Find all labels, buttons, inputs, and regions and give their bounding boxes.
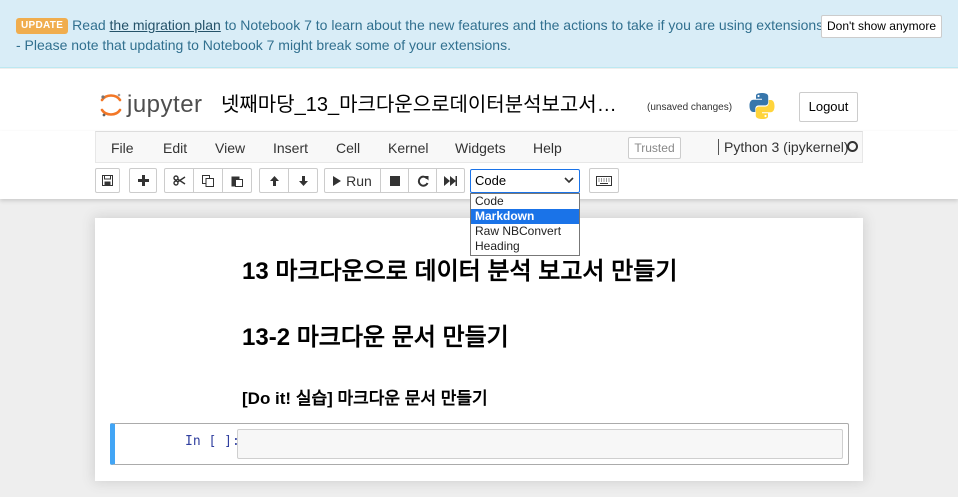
stop-icon — [389, 175, 400, 186]
menu-view[interactable]: View — [215, 139, 245, 157]
menu-edit[interactable]: Edit — [163, 139, 187, 157]
chevron-down-icon — [564, 177, 574, 184]
input-prompt: In [ ]: — [185, 434, 240, 449]
menu-file[interactable]: File — [111, 139, 134, 157]
dont-show-anymore-button[interactable]: Don't show anymore — [821, 15, 942, 38]
markdown-heading-1[interactable]: 13 마크다운으로 데이터 분석 보고서 만들기 — [242, 257, 677, 287]
paste-icon — [231, 176, 243, 187]
jupyter-logo-text: jupyter — [127, 91, 203, 118]
kernel-status-icon — [847, 141, 858, 152]
restart-run-all-button[interactable] — [436, 168, 465, 193]
play-icon — [333, 175, 342, 186]
menubar-container: File Edit View Insert Cell Kernel Widget… — [0, 131, 958, 199]
notebook-title[interactable]: 넷째마당_13_마크다운으로데이터분석보고서… — [221, 92, 617, 118]
menu-kernel[interactable]: Kernel — [388, 139, 428, 157]
option-heading[interactable]: Heading — [471, 239, 579, 254]
jupyter-logo-icon — [100, 93, 122, 117]
cell-type-value: Code — [475, 173, 507, 188]
save-icon — [102, 175, 113, 186]
cell-type-select[interactable]: Code — [470, 169, 580, 193]
trusted-indicator[interactable]: Trusted — [628, 137, 681, 159]
paste-button[interactable] — [222, 168, 252, 193]
code-input-area[interactable] — [237, 429, 843, 459]
menu-help[interactable]: Help — [533, 139, 562, 157]
option-code[interactable]: Code — [471, 194, 579, 209]
scissors-icon — [172, 175, 185, 186]
menu-insert[interactable]: Insert — [273, 139, 308, 157]
cut-button[interactable] — [164, 168, 194, 193]
update-text-before: Read — [72, 17, 110, 33]
arrow-down-icon — [298, 175, 308, 186]
markdown-heading-3[interactable]: [Do it! 실습] 마크다운 문서 만들기 — [242, 388, 488, 410]
kernel-name[interactable]: Python 3 (ipykernel) — [718, 139, 849, 155]
option-raw-nbconvert[interactable]: Raw NBConvert — [471, 224, 579, 239]
run-button[interactable]: Run — [324, 168, 381, 193]
code-cell[interactable]: In [ ]: — [110, 423, 849, 465]
fast-forward-icon — [444, 175, 457, 186]
copy-icon — [202, 174, 214, 187]
migration-plan-link[interactable]: the migration plan — [110, 17, 221, 33]
notebook-header: jupyter 넷째마당_13_마크다운으로데이터분석보고서… (unsaved… — [0, 69, 958, 131]
cell-type-dropdown: Code Markdown Raw NBConvert Heading — [470, 193, 580, 256]
copy-button[interactable] — [193, 168, 223, 193]
markdown-heading-2[interactable]: 13-2 마크다운 문서 만들기 — [242, 323, 509, 353]
run-label: Run — [346, 172, 372, 189]
move-up-button[interactable] — [259, 168, 289, 193]
interrupt-button[interactable] — [380, 168, 409, 193]
option-markdown[interactable]: Markdown — [471, 209, 579, 224]
move-down-button[interactable] — [288, 168, 318, 193]
python-logo-icon — [747, 91, 777, 124]
arrow-up-icon — [269, 175, 279, 186]
logout-button[interactable]: Logout — [799, 92, 858, 122]
update-badge: UPDATE — [16, 18, 69, 34]
restart-button[interactable] — [408, 168, 437, 193]
menu-widgets[interactable]: Widgets — [455, 139, 506, 157]
notebook-container: 13 마크다운으로 데이터 분석 보고서 만들기 13-2 마크다운 문서 만들… — [95, 218, 863, 481]
update-banner: UPDATE Read the migration plan to Noteboo… — [0, 0, 958, 68]
jupyter-logo[interactable]: jupyter — [99, 92, 203, 118]
plus-icon — [137, 175, 149, 186]
save-button[interactable] — [95, 168, 120, 193]
menubar: File Edit View Insert Cell Kernel Widget… — [95, 131, 863, 163]
restart-icon — [417, 175, 428, 187]
insert-cell-button[interactable] — [129, 168, 157, 193]
save-status: (unsaved changes) — [647, 102, 733, 113]
command-palette-button[interactable] — [589, 168, 619, 193]
update-message: UPDATE Read the migration plan to Noteboo… — [16, 15, 826, 55]
keyboard-icon — [596, 175, 612, 186]
menu-cell[interactable]: Cell — [336, 139, 360, 157]
